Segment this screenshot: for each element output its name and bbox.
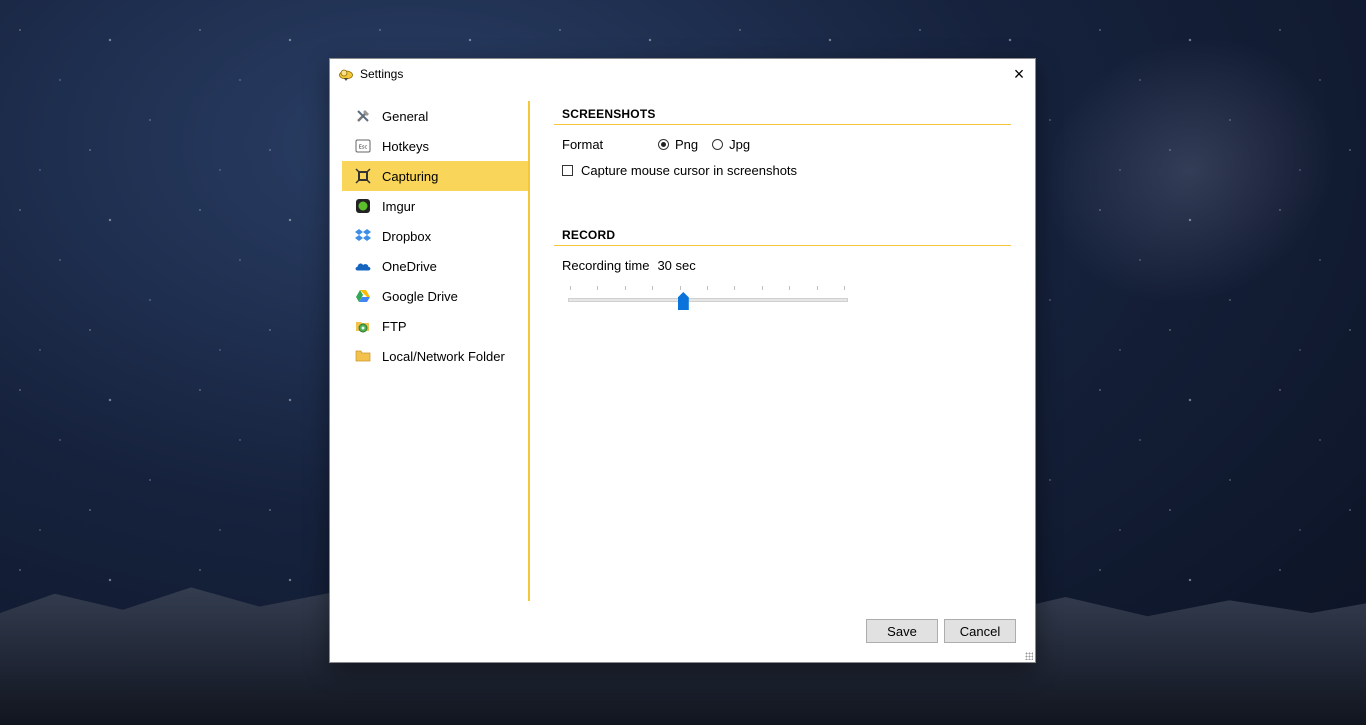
sidebar-item-label: Google Drive bbox=[382, 288, 458, 304]
slider-tick bbox=[789, 286, 791, 290]
tools-icon bbox=[354, 107, 372, 125]
jpg-radio[interactable] bbox=[712, 139, 724, 150]
slider-tick bbox=[570, 286, 571, 290]
sidebar-item-label: Imgur bbox=[382, 198, 416, 214]
window-title: Settings bbox=[360, 67, 404, 81]
slider-thumb[interactable] bbox=[677, 292, 689, 310]
settings-window: Settings × General Esc Hotkeys Capturing bbox=[330, 59, 1035, 662]
ftp-icon bbox=[354, 317, 372, 335]
sidebar-item-capturing[interactable]: Capturing bbox=[342, 161, 528, 191]
close-icon: × bbox=[1013, 63, 1025, 84]
slider-tick bbox=[816, 286, 818, 290]
recording-time-row: Recording time 30 sec bbox=[554, 258, 1011, 273]
folder-icon bbox=[354, 347, 372, 365]
capture-cursor-row: Capture mouse cursor in screenshots bbox=[554, 163, 1011, 178]
png-radio-label[interactable]: Png bbox=[675, 137, 698, 152]
recording-time-label: Recording time bbox=[562, 258, 650, 273]
sidebar-item-label: OneDrive bbox=[382, 258, 437, 274]
sidebar-item-ftp[interactable]: FTP bbox=[342, 311, 528, 341]
resize-grip[interactable] bbox=[1025, 652, 1033, 660]
sidebar-item-label: General bbox=[382, 108, 429, 124]
slider-tick bbox=[624, 286, 626, 290]
svg-text:Esc: Esc bbox=[359, 145, 368, 151]
recording-time-value: 30 sec bbox=[657, 258, 696, 273]
slider-tick bbox=[844, 286, 845, 290]
save-button[interactable]: Save bbox=[866, 619, 938, 643]
slider-tick bbox=[734, 286, 736, 290]
record-heading: RECORD bbox=[554, 228, 1011, 246]
format-row: Format Png Jpg bbox=[554, 137, 1011, 152]
slider-track[interactable] bbox=[568, 298, 848, 302]
slider-tick bbox=[597, 286, 599, 290]
title-bar[interactable]: Settings × bbox=[330, 59, 1035, 89]
slider-tick bbox=[652, 286, 654, 290]
onedrive-icon bbox=[354, 257, 372, 275]
settings-sidebar: General Esc Hotkeys Capturing Imgur Drop… bbox=[342, 101, 528, 371]
sidebar-item-local-network-folder[interactable]: Local/Network Folder bbox=[342, 341, 528, 371]
capture-icon bbox=[354, 167, 372, 185]
radio-selected-dot bbox=[661, 142, 666, 147]
dropbox-icon bbox=[354, 227, 372, 245]
screenshots-heading: SCREENSHOTS bbox=[554, 107, 1011, 125]
sidebar-divider bbox=[528, 101, 530, 601]
cloud-app-icon bbox=[339, 69, 353, 81]
sidebar-item-google-drive[interactable]: Google Drive bbox=[342, 281, 528, 311]
sidebar-item-label: Capturing bbox=[382, 168, 439, 184]
png-radio[interactable] bbox=[658, 139, 669, 150]
capturing-panel: SCREENSHOTS Format Png Jpg Capture mouse… bbox=[554, 107, 1011, 310]
recording-time-slider[interactable] bbox=[568, 282, 848, 312]
cancel-button[interactable]: Cancel bbox=[944, 619, 1016, 643]
sidebar-item-imgur[interactable]: Imgur bbox=[342, 191, 528, 221]
sidebar-item-label: Local/Network Folder bbox=[382, 348, 505, 364]
close-button[interactable]: × bbox=[1003, 59, 1035, 89]
sidebar-item-label: Hotkeys bbox=[382, 138, 429, 154]
slider-tick bbox=[707, 286, 708, 290]
sidebar-item-onedrive[interactable]: OneDrive bbox=[342, 251, 528, 281]
google-drive-icon bbox=[354, 287, 372, 305]
capture-cursor-label[interactable]: Capture mouse cursor in screenshots bbox=[581, 163, 797, 178]
imgur-icon bbox=[354, 197, 372, 215]
sidebar-item-label: Dropbox bbox=[382, 228, 432, 244]
sidebar-item-general[interactable]: General bbox=[342, 101, 528, 131]
esc-key-icon: Esc bbox=[354, 137, 372, 155]
capture-cursor-checkbox[interactable] bbox=[562, 165, 573, 176]
slider-tick bbox=[761, 286, 763, 290]
sidebar-item-dropbox[interactable]: Dropbox bbox=[342, 221, 528, 251]
sidebar-item-hotkeys[interactable]: Esc Hotkeys bbox=[342, 131, 528, 161]
format-label: Format bbox=[562, 137, 604, 152]
slider-tick bbox=[679, 286, 681, 290]
jpg-radio-label[interactable]: Jpg bbox=[729, 137, 750, 152]
sidebar-item-label: FTP bbox=[382, 318, 407, 334]
